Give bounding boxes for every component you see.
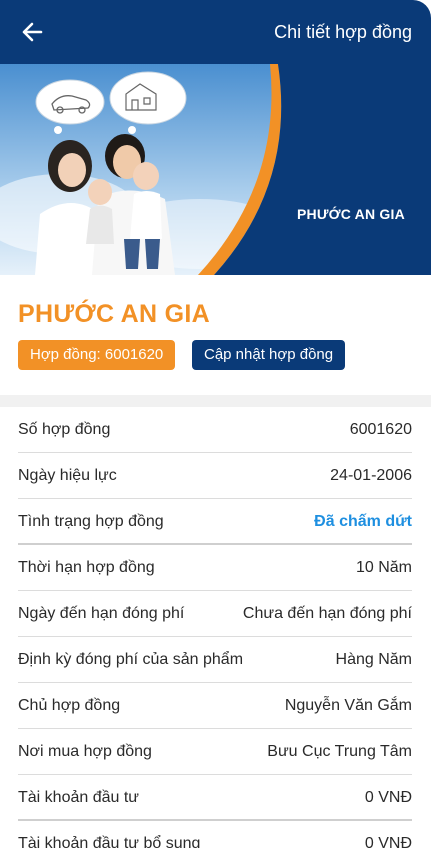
detail-label: Định kỳ đóng phí của sản phẩm [18,651,244,668]
product-name: PHƯỚC AN GIA [18,300,210,328]
detail-row-investment-account: Tài khoản đầu tư 0 VNĐ [18,775,412,821]
banner-product-label: PHƯỚC AN GIA [297,206,405,222]
detail-row-contract-term: Thời hạn hợp đồng 10 Năm [18,545,412,591]
detail-row-purchase-place: Nơi mua hợp đồng Bưu Cục Trung Tâm [18,729,412,775]
detail-row-policy-owner: Chủ hợp đồng Nguyễn Văn Gắm [18,683,412,729]
detail-label: Ngày đến hạn đóng phí [18,605,185,622]
detail-value: Chưa đến hạn đóng phí [242,605,412,622]
detail-label: Tài khoản đầu tư [18,789,140,806]
page-title: Chi tiết hợp đồng [274,22,412,42]
detail-label: Nơi mua hợp đồng [18,743,152,760]
contract-number-badge: Hợp đồng: 6001620 [18,340,176,370]
update-contract-button[interactable]: Cập nhật hợp đồng [192,340,346,370]
detail-value: 0 VNĐ [364,835,412,848]
detail-value: 0 VNĐ [364,789,412,806]
arrow-left-icon [22,22,43,42]
status-badge: Đã chấm dứt [314,513,412,530]
detail-value: Hàng Năm [335,651,412,668]
back-button[interactable] [14,14,50,50]
detail-value: Nguyễn Văn Gắm [284,697,412,714]
detail-label: Tình trạng hợp đồng [18,513,164,530]
detail-value: 10 Năm [355,559,412,576]
detail-row-additional-investment-account: Tài khoản đầu tư bổ sung 0 VNĐ [18,821,412,848]
detail-row-contract-number: Số hợp đồng 6001620 [18,407,412,453]
detail-value: 24-01-2006 [330,467,412,484]
product-summary: PHƯỚC AN GIA Hợp đồng: 6001620 Cập nhật … [0,275,431,395]
top-bar: Chi tiết hợp đồng [0,0,431,64]
detail-row-payment-frequency: Định kỳ đóng phí của sản phẩm Hàng Năm [18,637,412,683]
detail-label: Thời hạn hợp đồng [18,559,155,576]
section-divider [0,395,431,407]
app-screen: Chi tiết hợp đồng PHƯỚC AN GIA PHƯỚC AN … [0,0,431,848]
contract-details-list: Số hợp đồng 6001620 Ngày hiệu lực 24-01-… [0,407,431,848]
detail-row-contract-status: Tình trạng hợp đồng Đã chấm dứt [18,499,412,545]
detail-row-premium-due-date: Ngày đến hạn đóng phí Chưa đến hạn đóng … [18,591,412,637]
detail-row-effective-date: Ngày hiệu lực 24-01-2006 [18,453,412,499]
detail-label: Chủ hợp đồng [18,697,121,714]
detail-label: Tài khoản đầu tư bổ sung [18,835,201,848]
detail-value: 6001620 [349,421,412,438]
detail-label: Ngày hiệu lực [18,467,117,484]
product-banner: PHƯỚC AN GIA [0,64,431,275]
banner-illustration [0,64,431,275]
detail-label: Số hợp đồng [18,421,111,438]
detail-value: Bưu Cục Trung Tâm [267,743,412,760]
